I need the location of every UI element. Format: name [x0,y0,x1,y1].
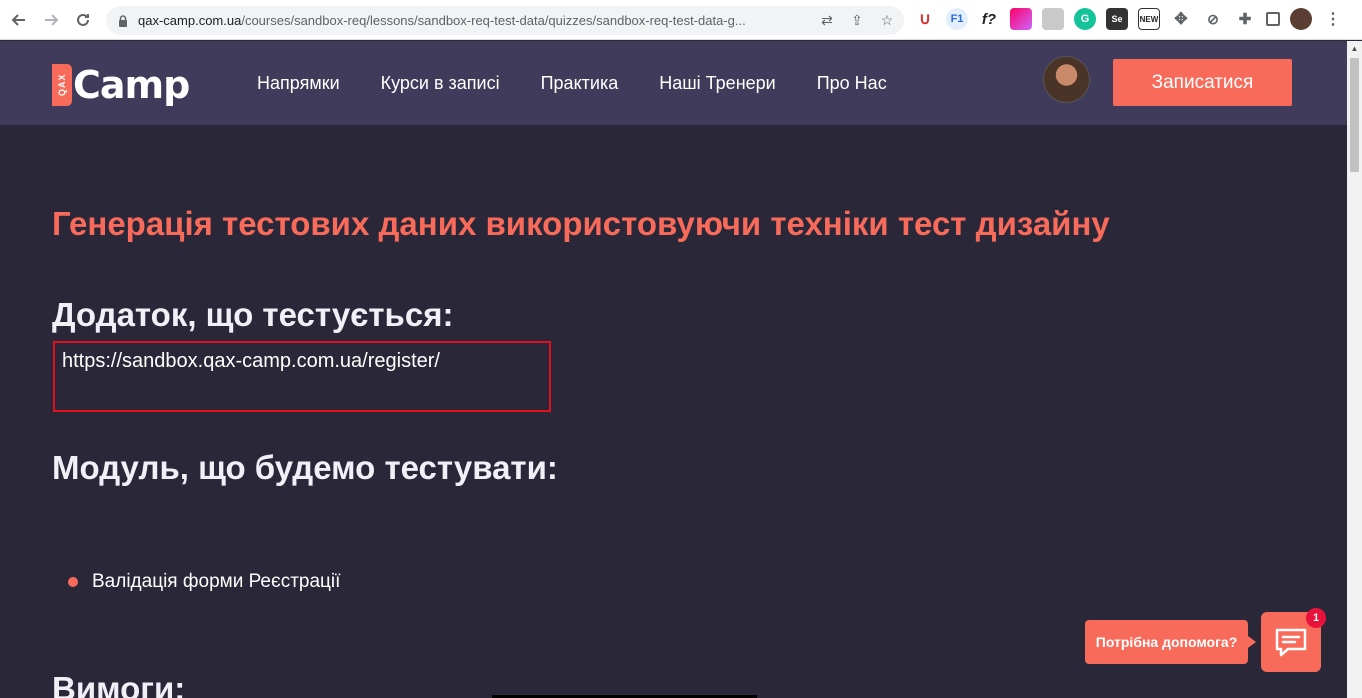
scroll-thumb[interactable] [1350,58,1359,172]
f1-icon[interactable]: F1 [946,8,968,30]
url-text: qax-camp.com.ua/courses/sandbox-req/less… [138,13,746,28]
move-icon[interactable]: ✥ [1170,8,1192,30]
list-item: Валідація форми Реєстрації [68,571,340,593]
selenium-icon[interactable]: Se [1106,8,1128,30]
main-nav: Напрямки Курси в записі Практика Наші Тр… [257,73,928,94]
forward-icon[interactable] [36,5,66,35]
lock-icon [119,14,127,27]
share-icon[interactable]: ⇪ [848,11,866,29]
scroll-up-icon[interactable]: ▲ [1347,41,1362,56]
app-url-text: https://sandbox.qax-camp.com.ua/register… [62,350,440,372]
magnet-icon[interactable]: ∪ [914,8,936,30]
logo[interactable]: QAX Camp [52,63,190,107]
help-bubble[interactable]: Потрібна допомога? [1085,620,1256,664]
new-icon[interactable]: NEW [1138,8,1160,30]
avatar[interactable] [1043,56,1090,103]
module-heading: Модуль, що будемо тестувати: [52,449,558,486]
nav-item-directions[interactable]: Напрямки [257,73,340,94]
puzzle-grid-icon[interactable] [1042,8,1064,30]
menu-icon[interactable]: ⋮ [1322,8,1344,30]
main-content: Генерація тестових даних використовуючи … [0,125,1347,698]
reload-icon[interactable] [68,5,98,35]
logo-badge: QAX [52,64,72,106]
compass-icon[interactable]: ⊘ [1202,8,1224,30]
app-heading: Додаток, що тестується: [52,296,454,333]
nav-item-recorded-courses[interactable]: Курси в записі [381,73,500,94]
gradient-icon[interactable] [1010,8,1032,30]
nav-item-trainers[interactable]: Наші Тренери [659,73,775,94]
signup-button[interactable]: Записатися [1113,59,1292,106]
profile-icon[interactable] [1290,8,1312,30]
nav-item-practice[interactable]: Практика [541,73,619,94]
chat-icon [1275,628,1307,657]
translate-icon[interactable]: ⇄ [818,11,836,29]
logo-text: Camp [73,63,190,107]
grammarly-icon[interactable]: G [1074,8,1096,30]
sidebar-icon[interactable] [1266,12,1280,26]
requirements-heading: Вимоги: [52,670,186,698]
list-item-text: Валідація форми Реєстрації [92,571,341,592]
site-header: QAX Camp Напрямки Курси в записі Практик… [0,41,1347,125]
nav-item-about[interactable]: Про Нас [817,73,887,94]
bullet-icon [68,577,78,587]
back-icon[interactable] [4,5,34,35]
page-title: Генерація тестових даних використовуючи … [52,205,1110,242]
extensions-icon[interactable]: ✚ [1234,8,1256,30]
bookmark-star-icon[interactable]: ☆ [878,11,896,29]
browser-toolbar: qax-camp.com.ua/courses/sandbox-req/less… [0,0,1362,40]
notification-badge: 1 [1306,608,1326,628]
scrollbar[interactable]: ▲ [1347,41,1362,698]
f-question-icon[interactable]: f? [978,8,1000,30]
address-bar[interactable]: qax-camp.com.ua/courses/sandbox-req/less… [106,6,904,35]
